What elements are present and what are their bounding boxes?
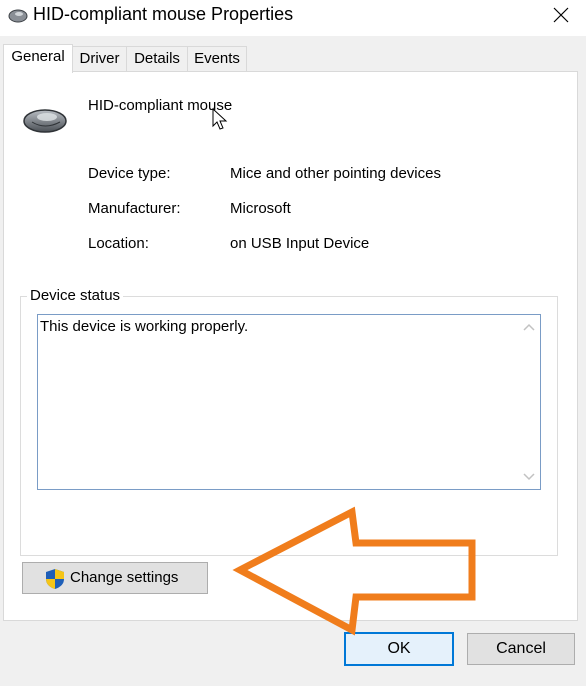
close-icon — [553, 7, 569, 23]
manufacturer-value: Microsoft — [230, 200, 291, 217]
manufacturer-label: Manufacturer: — [88, 200, 181, 217]
device-status-text: This device is working properly. — [40, 318, 249, 335]
location-value: on USB Input Device — [230, 235, 370, 252]
cancel-button[interactable]: Cancel — [467, 633, 575, 665]
device-type-label: Device type: — [88, 165, 171, 182]
tab-events[interactable]: Events — [187, 46, 247, 71]
title-bar: HID-compliant mouse Properties — [0, 0, 586, 36]
window-title: HID-compliant mouse Properties — [33, 4, 294, 24]
close-button[interactable] — [540, 0, 582, 30]
tab-driver[interactable]: Driver — [72, 46, 127, 71]
mouse-icon — [8, 9, 28, 23]
tab-details[interactable]: Details — [126, 46, 188, 71]
uac-shield-icon — [46, 569, 64, 589]
scroll-up-button[interactable] — [521, 319, 537, 335]
mouse-cursor-icon — [212, 108, 228, 130]
chevron-down-icon — [523, 473, 535, 481]
tab-general[interactable]: General — [3, 44, 73, 73]
device-type-value: Mice and other pointing devices — [230, 165, 441, 182]
location-label: Location: — [88, 235, 149, 252]
scroll-down-button[interactable] — [521, 469, 537, 485]
device-name: HID-compliant mouse — [88, 97, 233, 114]
ok-button[interactable]: OK — [344, 632, 454, 666]
chevron-up-icon — [523, 323, 535, 331]
device-status-legend: Device status — [27, 287, 124, 304]
change-settings-button[interactable]: Change settings — [22, 562, 208, 594]
mouse-icon — [23, 109, 67, 133]
change-settings-label: Change settings — [70, 569, 179, 586]
device-status-textbox[interactable]: This device is working properly. — [37, 314, 541, 490]
